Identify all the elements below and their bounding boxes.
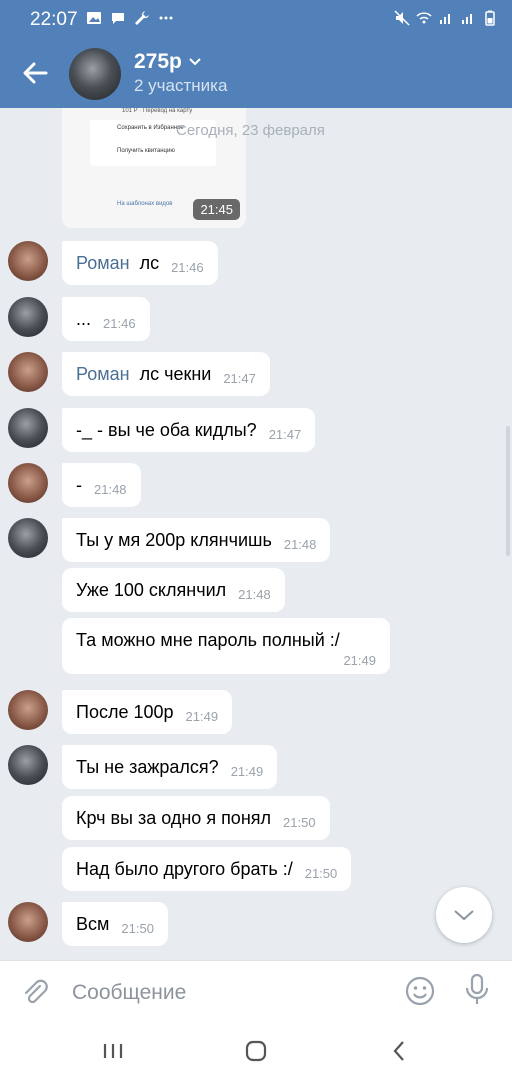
message-composer: Сообщение — [0, 960, 512, 1022]
gallery-icon — [87, 12, 101, 24]
message-bubble[interactable]: - 21:48 — [62, 463, 141, 507]
avatar[interactable] — [8, 241, 48, 281]
signal-icon-2 — [462, 14, 472, 24]
attachment-link: На шаблонах видов — [117, 201, 173, 207]
avatar[interactable] — [8, 745, 48, 785]
date-separator: Сегодня, 23 февраля — [176, 122, 325, 139]
wifi-icon — [416, 12, 432, 24]
battery-icon — [485, 10, 495, 26]
message-time: 21:46 — [171, 259, 204, 275]
message-time: 21:48 — [94, 481, 127, 497]
microphone-icon[interactable] — [462, 973, 492, 1007]
message-text: лс — [139, 252, 160, 273]
message-time: 21:50 — [304, 865, 338, 881]
more-icon — [159, 16, 173, 20]
message-text: Та можно мне пароль полный :/ — [76, 630, 340, 650]
message-input[interactable]: Сообщение — [72, 981, 186, 1005]
attachment-item-2: Получить квитанцию — [117, 148, 175, 154]
message-text: Крч вы за одно я понял — [76, 807, 272, 828]
attachment-time: 21:45 — [193, 199, 240, 220]
chat-participants: 2 участника — [134, 76, 228, 95]
message-bubble[interactable]: Ты у мя 200р клянчишь 21:48 — [62, 518, 331, 562]
message-text: Ты не зажрался? — [76, 756, 219, 777]
message-bubble[interactable]: ... 21:46 — [62, 297, 150, 341]
message-time: 21:49 — [185, 708, 219, 724]
sender-name[interactable]: Роман — [76, 253, 130, 274]
avatar[interactable] — [8, 902, 48, 942]
message-time: 21:50 — [283, 814, 316, 830]
avatar[interactable] — [8, 408, 48, 448]
message-text: лс чекни — [139, 363, 212, 384]
system-icons — [394, 10, 498, 26]
avatar[interactable] — [8, 690, 48, 730]
notification-icons — [86, 10, 174, 26]
system-nav-bar — [0, 1022, 512, 1080]
message-text: -_ - вы че оба кидлы? — [76, 419, 257, 440]
message-bubble[interactable]: Роман лс 21:46 — [62, 241, 218, 285]
status-bar: 22:07 — [0, 0, 512, 38]
chat-title-text: 275р — [134, 50, 182, 73]
recent-apps-icon[interactable] — [98, 1036, 128, 1066]
message-text: - — [76, 474, 82, 495]
avatar[interactable] — [8, 352, 48, 392]
status-time: 22:07 — [30, 9, 78, 30]
message-time: 21:48 — [238, 586, 271, 602]
chat-avatar[interactable] — [69, 48, 121, 100]
message-bubble[interactable]: Уже 100 склянчил 21:48 — [62, 568, 285, 612]
mute-icon — [394, 10, 410, 26]
message-text: Уже 100 склянчил — [76, 579, 227, 600]
scroll-down-button[interactable] — [436, 887, 492, 943]
arrow-left-icon[interactable] — [20, 58, 50, 88]
message-bubble[interactable]: Та можно мне пароль полный :/ 21:49 — [62, 618, 390, 674]
message-time: 21:47 — [268, 426, 302, 442]
message-text: Ты у мя 200р клянчишь — [76, 529, 272, 550]
paperclip-icon[interactable] — [20, 977, 50, 1007]
message-text: После 100р — [76, 701, 174, 722]
smile-icon[interactable] — [404, 975, 436, 1007]
back-nav-icon[interactable] — [385, 1036, 415, 1066]
message-time: 21:50 — [121, 920, 154, 936]
message-time: 21:48 — [283, 536, 317, 552]
signal-icon — [440, 14, 450, 24]
message-bubble[interactable]: Роман лс чекни 21:47 — [62, 352, 270, 396]
avatar[interactable] — [8, 463, 48, 503]
wrench-icon — [135, 11, 149, 25]
chevron-down-icon — [189, 58, 201, 66]
message-bubble[interactable]: -_ - вы че оба кидлы? 21:47 — [62, 408, 316, 452]
message-list[interactable]: 101 Р · Перевод на карту Сохранить в Изб… — [0, 108, 512, 960]
message-time: 21:49 — [343, 653, 376, 668]
message-time: 21:46 — [103, 315, 136, 331]
message-text: Всм — [76, 913, 110, 934]
scrollbar[interactable] — [506, 426, 510, 556]
chat-title[interactable]: 275р — [134, 50, 202, 74]
message-bubble[interactable]: После 100р 21:49 — [62, 690, 233, 734]
attachment-item-1: Сохранить в Избранное — [117, 125, 184, 131]
chevron-down-icon — [454, 910, 474, 921]
sender-name[interactable]: Роман — [76, 364, 130, 385]
message-bubble[interactable]: Ты не зажрался? 21:49 — [62, 745, 278, 789]
message-text: ... — [76, 308, 92, 329]
message-bubble[interactable]: Крч вы за одно я понял 21:50 — [62, 796, 330, 840]
message-time: 21:49 — [230, 763, 264, 779]
message-time: 21:47 — [223, 370, 256, 386]
message-icon — [112, 13, 124, 24]
home-icon[interactable] — [241, 1036, 271, 1066]
avatar[interactable] — [8, 297, 48, 337]
message-text: Над было другого брать :/ — [76, 858, 293, 879]
avatar[interactable] — [8, 518, 48, 558]
attachment-top-text: 101 Р · Перевод на карту — [122, 108, 193, 114]
chat-header: 22:07 275р 2 участника — [0, 0, 512, 108]
message-bubble[interactable]: Над было другого брать :/ 21:50 — [62, 847, 352, 891]
message-bubble[interactable]: Всм 21:50 — [62, 902, 168, 946]
